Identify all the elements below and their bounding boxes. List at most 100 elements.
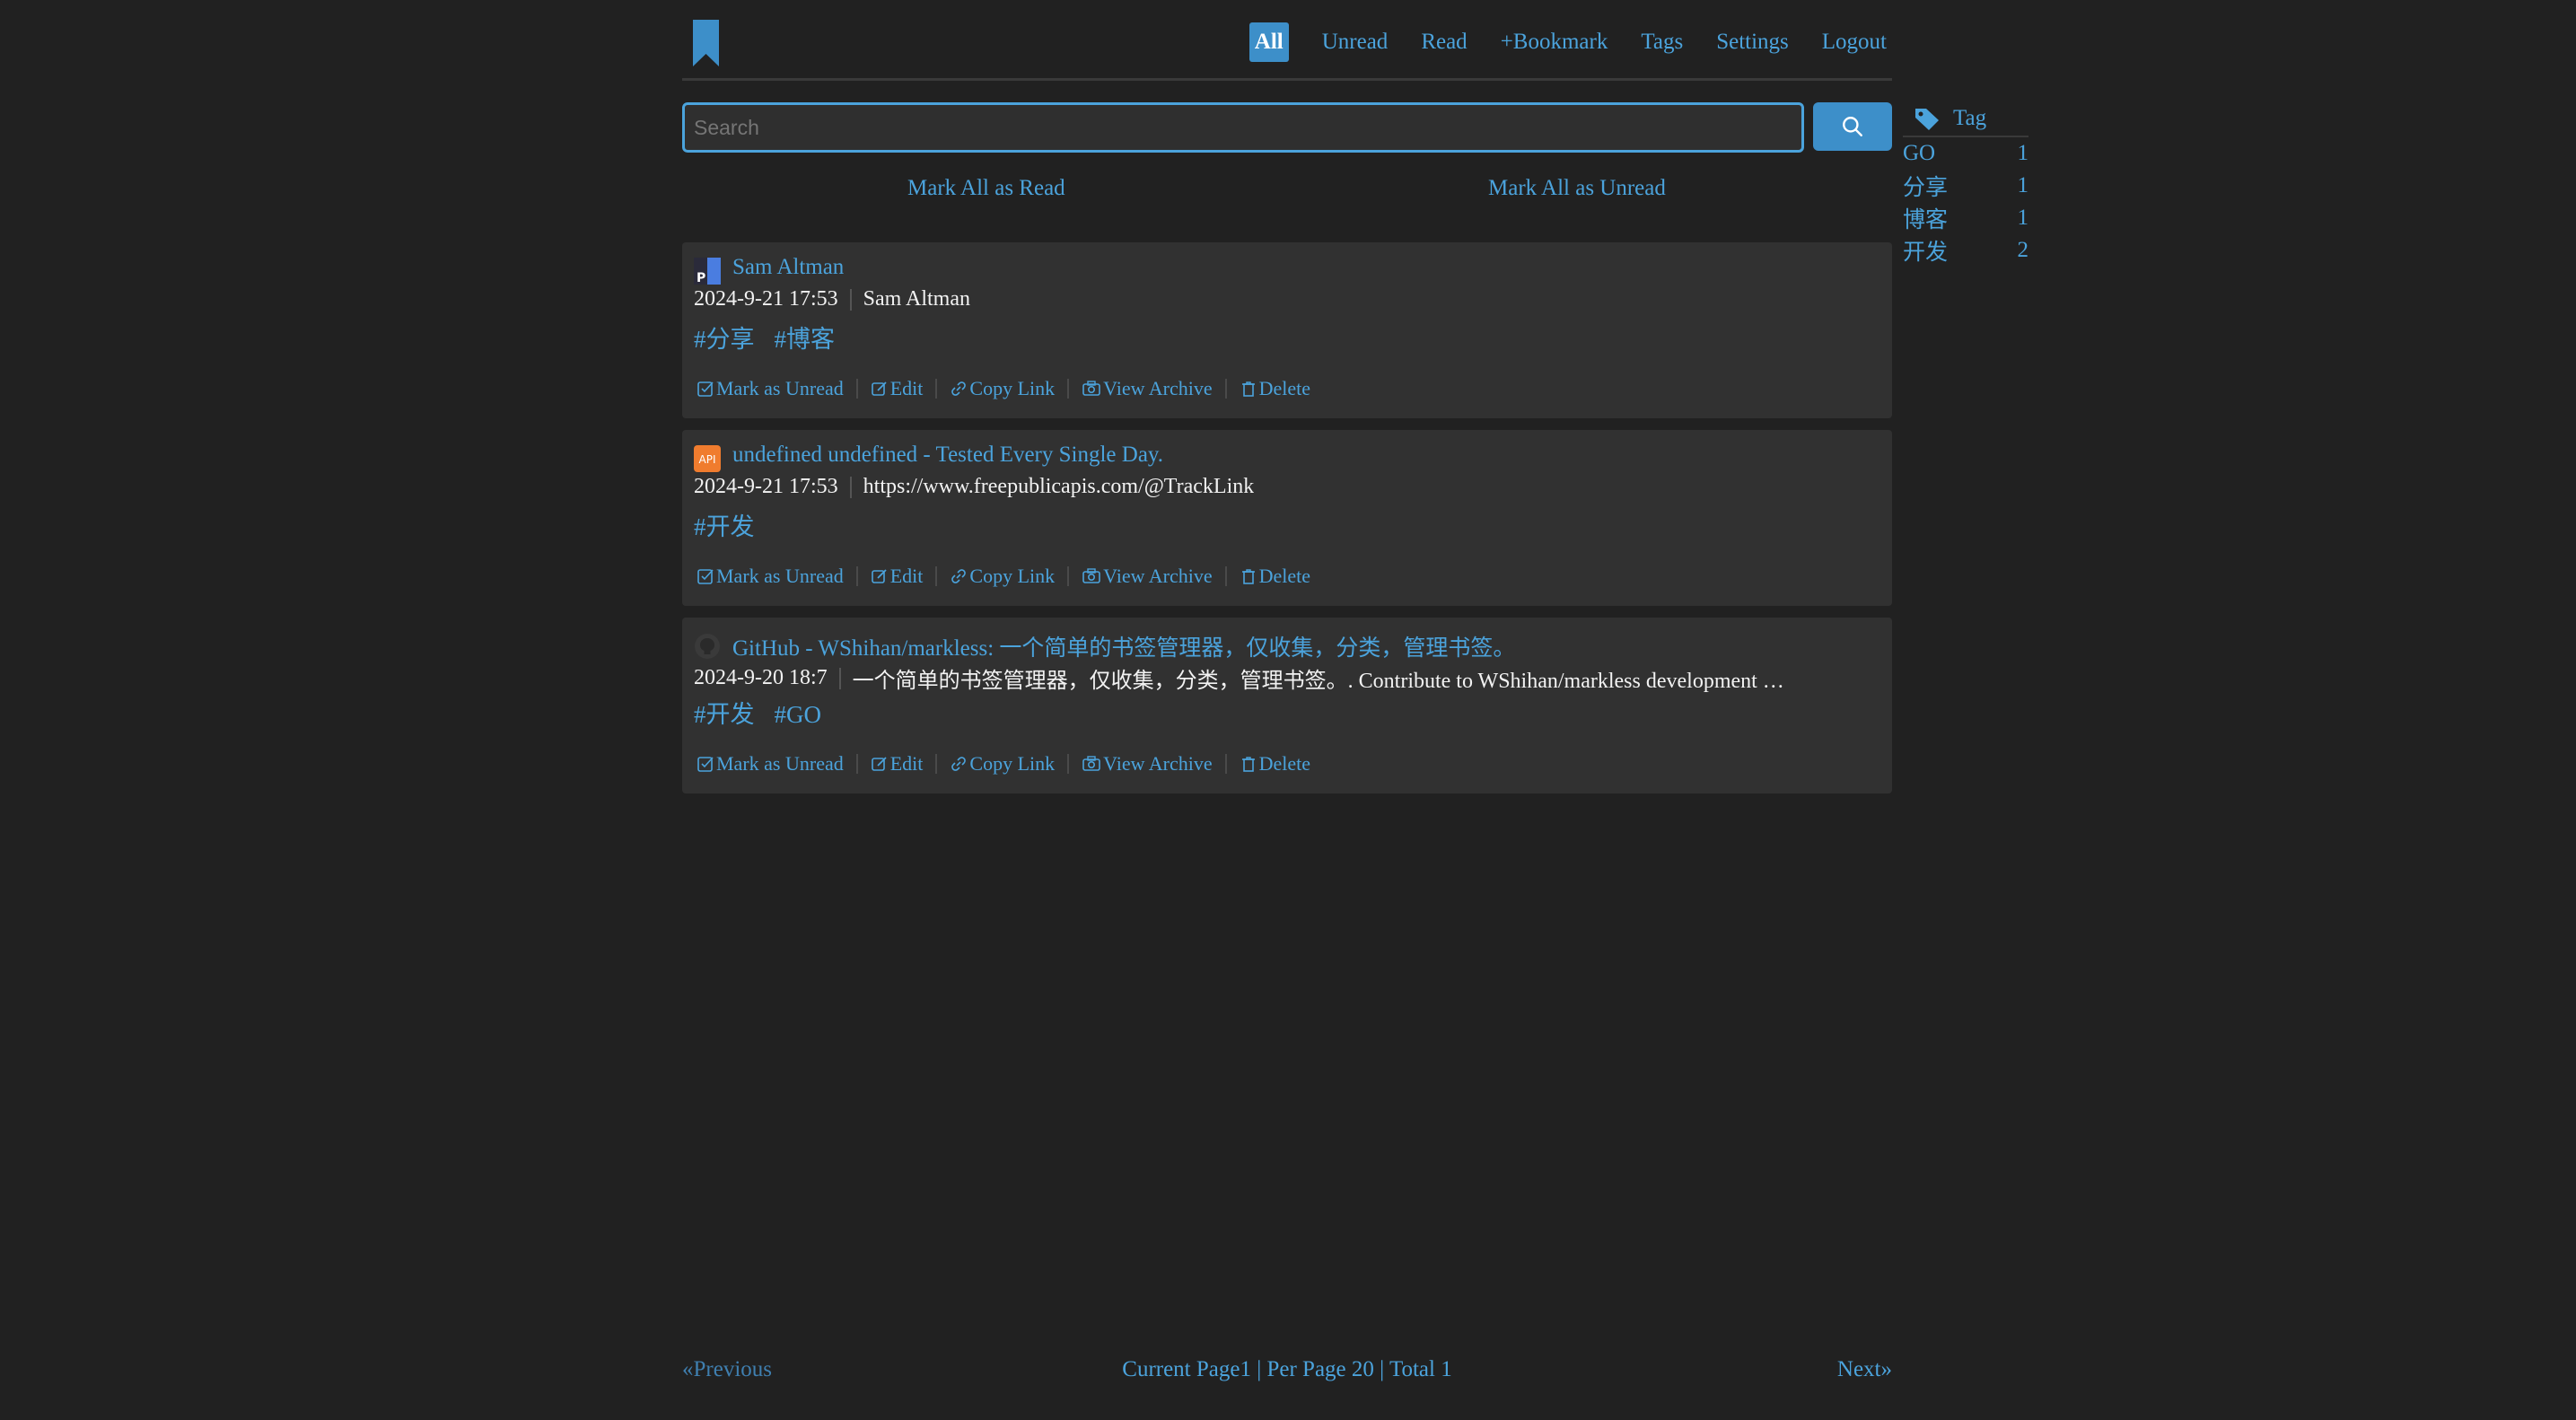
link-icon — [951, 381, 967, 396]
edit-button[interactable]: Edit — [871, 752, 923, 776]
search-input[interactable] — [682, 102, 1804, 153]
view-archive-button[interactable]: View Archive — [1082, 565, 1213, 588]
nav-all[interactable]: All — [1249, 22, 1289, 62]
link-icon — [951, 569, 967, 583]
trash-icon — [1241, 569, 1255, 584]
bookmark-card: P Sam Altman 2024-9-21 17:53 Sam Altman … — [682, 242, 1892, 418]
sidebar-tag-share[interactable]: 分享 1 — [1903, 170, 2028, 202]
bookmark-card: GitHub - WShihan/markless: 一个简单的书签管理器，仅收… — [682, 618, 1892, 793]
camera-icon — [1082, 568, 1100, 583]
camera-icon — [1082, 756, 1100, 771]
page-info: Current Page1 | Per Page 20 | Total 1 — [1122, 1357, 1452, 1381]
bookmark-description: https://www.freepublicapis.com/@TrackLin… — [863, 475, 1255, 498]
checkbox-icon — [697, 569, 714, 584]
pagination: Current Page1 | Per Page 20 | Total 1 «P… — [682, 1357, 1892, 1393]
bookmark-description: 一个简单的书签管理器，仅收集，分类，管理书签。. Contribute to W… — [852, 670, 1784, 693]
delete-button[interactable]: Delete — [1240, 565, 1310, 588]
mark-actions: Mark All as Read Mark All as Unread — [682, 176, 1892, 208]
camera-icon — [1082, 381, 1100, 396]
bookmark-logo-icon[interactable] — [693, 20, 719, 66]
divider — [849, 476, 852, 498]
tag-link[interactable]: #博客 — [775, 326, 836, 353]
bookmark-title[interactable]: Sam Altman — [732, 255, 844, 280]
bookmark-meta: 2024-9-21 17:53 Sam Altman — [694, 287, 970, 311]
bookmark-title[interactable]: GitHub - WShihan/markless: 一个简单的书签管理器，仅收… — [732, 630, 1515, 662]
tag-name: 博客 — [1903, 208, 1949, 232]
tag-link[interactable]: #GO — [775, 701, 822, 728]
mark-all-read-link[interactable]: Mark All as Read — [907, 176, 1065, 201]
tag-sidebar: Tag GO 1 分享 1 博客 1 开发 2 — [1903, 101, 2028, 267]
bookmark-card: API undefined undefined - Tested Every S… — [682, 430, 1892, 606]
tag-link[interactable]: #分享 — [694, 326, 755, 353]
sidebar-tag-dev[interactable]: 开发 2 — [1903, 234, 2028, 267]
bookmark-tags: #分享 #博客 — [694, 320, 854, 355]
nav-settings[interactable]: Settings — [1716, 30, 1789, 55]
view-archive-button[interactable]: View Archive — [1082, 377, 1213, 400]
edit-button[interactable]: Edit — [871, 377, 923, 400]
bookmark-meta: 2024-9-21 17:53 https://www.freepublicap… — [694, 475, 1254, 499]
divider — [838, 667, 841, 689]
edit-icon — [871, 381, 887, 396]
main-container: All Unread Read +Bookmark Tags Settings … — [682, 0, 1892, 81]
trash-icon — [1241, 381, 1255, 397]
nav-add-bookmark[interactable]: +Bookmark — [1501, 30, 1608, 55]
divider — [935, 379, 938, 399]
svg-text:API: API — [699, 453, 716, 466]
divider — [1067, 379, 1070, 399]
divider — [849, 288, 852, 311]
divider — [855, 379, 858, 399]
bookmark-date: 2024-9-20 18:7 — [694, 666, 828, 689]
tag-name: GO — [1903, 141, 1936, 165]
nav-tags[interactable]: Tags — [1641, 30, 1683, 55]
tag-count: 2 — [2017, 238, 2029, 262]
divider — [935, 566, 938, 586]
bookmark-actions: Mark as Unread Edit Copy Link View Archi… — [697, 377, 1310, 400]
svg-text:P: P — [697, 271, 705, 285]
tag-count: 1 — [2017, 206, 2029, 230]
sidebar-tag-go[interactable]: GO 1 — [1903, 137, 2028, 170]
bookmark-tags: #开发 — [694, 507, 775, 542]
divider — [855, 754, 858, 774]
mark-unread-button[interactable]: Mark as Unread — [697, 565, 844, 588]
delete-button[interactable]: Delete — [1240, 377, 1310, 400]
nav-unread[interactable]: Unread — [1322, 30, 1389, 55]
divider — [935, 754, 938, 774]
copy-link-button[interactable]: Copy Link — [950, 377, 1055, 400]
previous-page-link[interactable]: «Previous — [682, 1357, 772, 1382]
next-page-link[interactable]: Next» — [1837, 1357, 1892, 1382]
delete-button[interactable]: Delete — [1240, 752, 1310, 776]
p-icon: P — [694, 258, 721, 285]
edit-button[interactable]: Edit — [871, 565, 923, 588]
bookmark-description: Sam Altman — [863, 287, 970, 311]
view-archive-button[interactable]: View Archive — [1082, 752, 1213, 776]
bookmark-actions: Mark as Unread Edit Copy Link View Archi… — [697, 565, 1310, 588]
trash-icon — [1241, 757, 1255, 772]
tag-link[interactable]: #开发 — [694, 701, 755, 728]
mark-all-unread-link[interactable]: Mark All as Unread — [1488, 176, 1666, 201]
sidebar-tag-blog[interactable]: 博客 1 — [1903, 202, 2028, 234]
tag-sidebar-header: Tag — [1903, 101, 2028, 137]
edit-icon — [871, 569, 887, 583]
divider — [1224, 566, 1227, 586]
tag-count: 1 — [2017, 173, 2029, 197]
nav-logout[interactable]: Logout — [1822, 30, 1887, 55]
divider — [1224, 379, 1227, 399]
divider — [1067, 754, 1070, 774]
api-icon: API — [694, 445, 721, 472]
bookmark-title[interactable]: undefined undefined - Tested Every Singl… — [732, 443, 1163, 468]
tag-icon — [1915, 109, 1939, 130]
tag-count: 1 — [2017, 141, 2029, 165]
mark-unread-button[interactable]: Mark as Unread — [697, 377, 844, 400]
nav-read[interactable]: Read — [1421, 30, 1467, 55]
copy-link-button[interactable]: Copy Link — [950, 752, 1055, 776]
tag-link[interactable]: #开发 — [694, 513, 755, 540]
mark-unread-button[interactable]: Mark as Unread — [697, 752, 844, 776]
bookmark-date: 2024-9-21 17:53 — [694, 287, 838, 311]
divider — [1067, 566, 1070, 586]
search-button[interactable] — [1813, 102, 1892, 151]
tag-name: 分享 — [1903, 176, 1949, 200]
copy-link-button[interactable]: Copy Link — [950, 565, 1055, 588]
bookmark-meta: 2024-9-20 18:7 一个简单的书签管理器，仅收集，分类，管理书签。. … — [694, 662, 1784, 694]
bookmark-tags: #开发 #GO — [694, 695, 841, 730]
divider — [1224, 754, 1227, 774]
